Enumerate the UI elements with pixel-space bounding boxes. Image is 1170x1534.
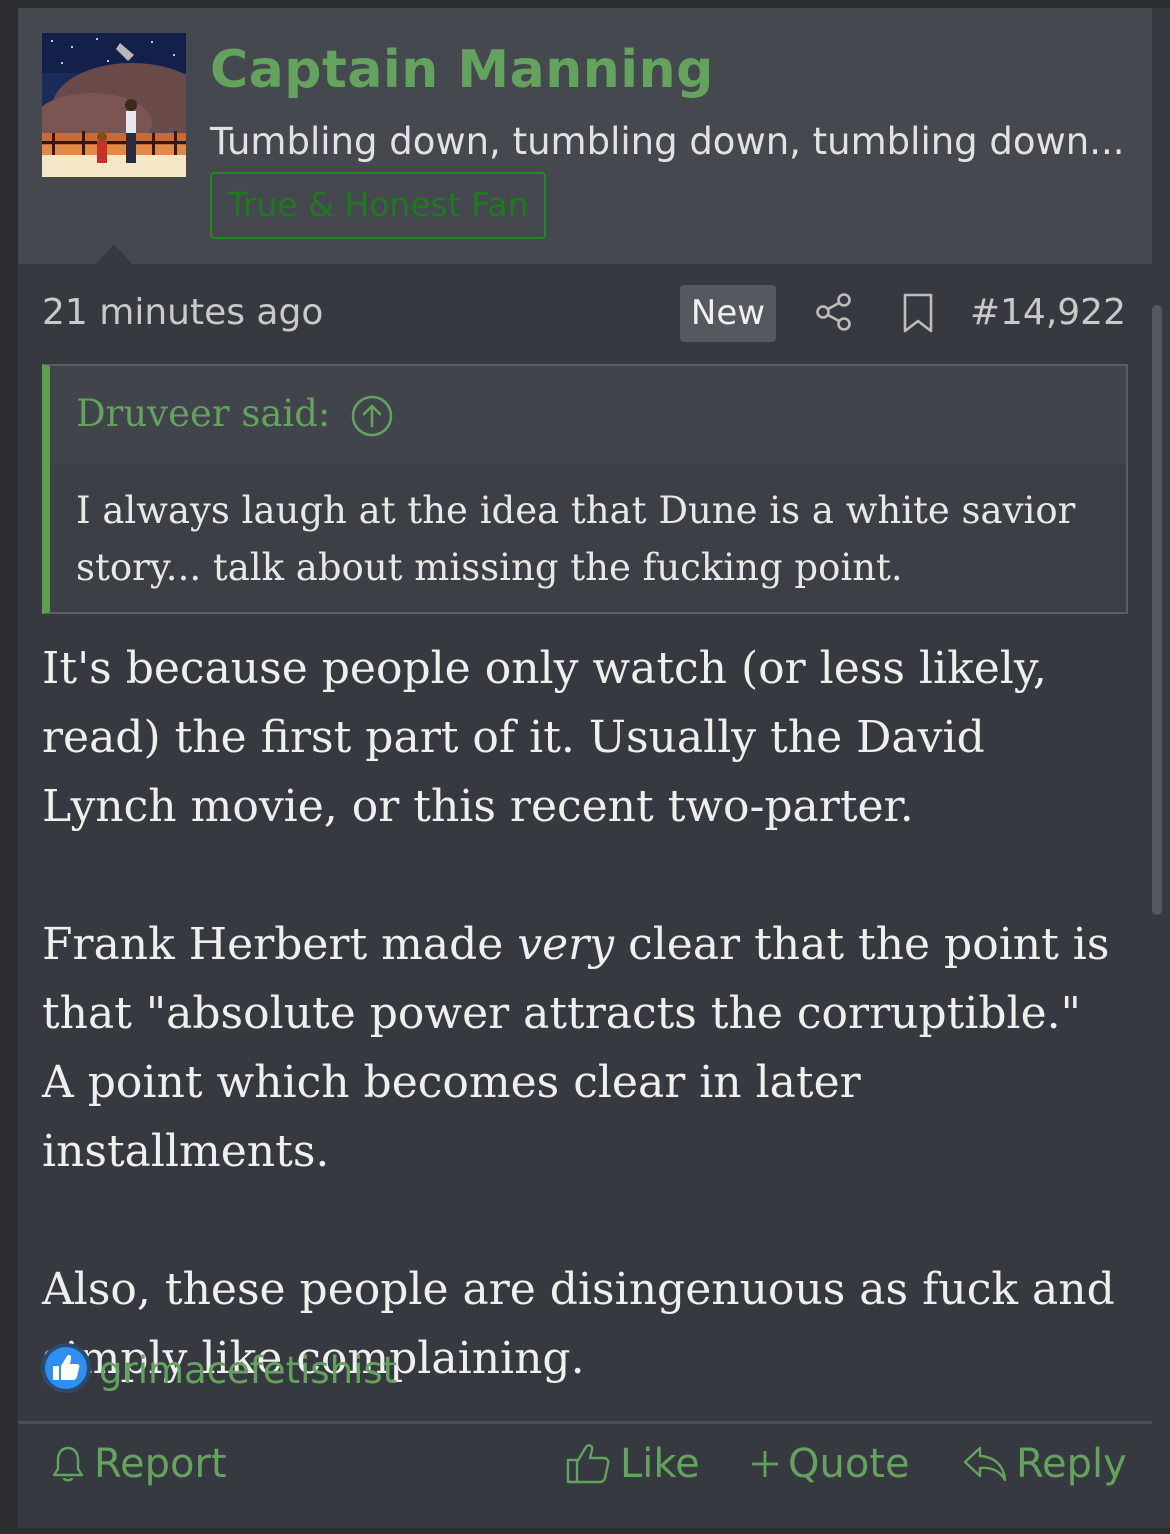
bottom-gutter <box>0 1528 1170 1534</box>
body-p2-emphasis: very <box>517 919 615 970</box>
bookmark-icon[interactable] <box>902 292 934 334</box>
username[interactable]: Captain Manning <box>210 40 714 100</box>
body-p2-start: Frank Herbert made <box>42 919 518 970</box>
plus-icon <box>752 1451 778 1477</box>
scrollbar[interactable] <box>1152 305 1162 915</box>
quote-text: I always laugh at the idea that Dune is … <box>76 489 1076 589</box>
quote-block: Druveer said: I always laugh at the idea… <box>42 364 1128 614</box>
reaction-user[interactable]: grimacefetishist <box>99 1349 397 1392</box>
report-button[interactable]: Report <box>50 1441 227 1487</box>
header-pointer <box>96 244 132 264</box>
left-gutter <box>0 0 18 1534</box>
quote-author[interactable]: Druveer said: <box>76 392 330 435</box>
user-title: Tumbling down, tumbling down, tumbling d… <box>210 120 1125 163</box>
footer-divider <box>18 1421 1152 1424</box>
report-label: Report <box>94 1441 227 1487</box>
body-paragraph-2: Frank Herbert made very clear that the p… <box>42 910 1122 1186</box>
quote-label: Quote <box>788 1441 910 1487</box>
thumbs-up-outline-icon <box>566 1444 610 1484</box>
post-number[interactable]: #14,922 <box>970 292 1126 333</box>
new-badge: New <box>680 285 776 342</box>
avatar[interactable] <box>42 33 186 177</box>
post-body: It's because people only watch (or less … <box>42 634 1122 1393</box>
reply-button[interactable]: Reply <box>962 1441 1127 1487</box>
user-banner: True & Honest Fan <box>210 172 546 239</box>
share-icon[interactable] <box>814 292 854 332</box>
bell-icon <box>52 1446 84 1482</box>
arrow-up-circle-icon[interactable] <box>350 394 394 438</box>
like-label: Like <box>620 1441 700 1487</box>
reply-arrow-icon <box>963 1446 1007 1482</box>
post-timestamp[interactable]: 21 minutes ago <box>42 292 323 333</box>
quote-button[interactable]: Quote <box>750 1441 910 1487</box>
thumbs-up-icon[interactable] <box>40 1342 92 1394</box>
top-gutter <box>0 0 1170 8</box>
body-paragraph-1: It's because people only watch (or less … <box>42 643 1047 832</box>
reply-label: Reply <box>1016 1441 1127 1487</box>
like-button[interactable]: Like <box>566 1441 700 1487</box>
